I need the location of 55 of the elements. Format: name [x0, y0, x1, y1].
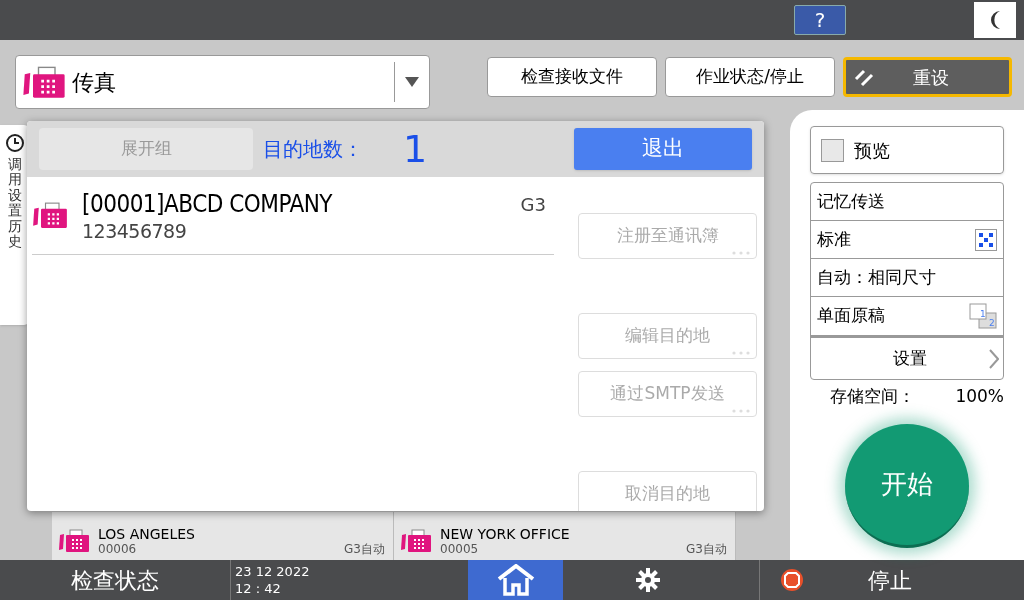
setting-option[interactable]: 单面原稿 1 2 [811, 297, 1003, 335]
destination-card[interactable]: NEW YORK OFFICE 00005 G3自动 [394, 512, 736, 560]
settings-button[interactable]: 设置 [811, 335, 1003, 379]
fax-icon [400, 529, 432, 553]
settings-icon [636, 568, 660, 592]
stop-button[interactable]: 停止 [760, 560, 1024, 600]
function-selector[interactable]: 传真 [15, 55, 430, 109]
setting-option[interactable]: 记忆传送 [811, 183, 1003, 221]
storage-label: 存储空间： [830, 385, 915, 408]
line-type: G3 [520, 193, 546, 217]
setting-option[interactable]: 标准 [811, 221, 1003, 259]
destination-number: 00005 [440, 542, 479, 556]
function-label: 传真 [72, 68, 117, 97]
time-text: 12 : 42 [235, 580, 282, 597]
fax-icon [32, 202, 68, 229]
chevron-right-icon [989, 348, 999, 369]
destination-row[interactable]: [00001]ABCD COMPANY 123456789 G3 [32, 177, 554, 255]
side-tab-label: 调用设置历史 [8, 157, 22, 250]
exit-button[interactable]: 退出 [574, 128, 752, 170]
setting-option[interactable]: 自动：相同尺寸 [811, 259, 1003, 297]
home-icon [496, 564, 535, 596]
clock-icon [5, 133, 25, 153]
destination-card[interactable]: LOS ANGELES 00006 G3自动 [52, 512, 394, 560]
destination-name: NEW YORK OFFICE [440, 526, 571, 542]
expand-group-button: 展开组 [39, 128, 253, 170]
check-status-button[interactable]: 检查状态 [0, 560, 231, 600]
destination-number: 123456789 [82, 218, 188, 243]
help-button[interactable]: ? [794, 5, 846, 35]
dropdown-caret-icon [405, 77, 419, 87]
start-button[interactable]: 开始 [845, 423, 969, 548]
reset-slashes-icon [854, 67, 876, 87]
header-button[interactable]: 检查接收文件 [487, 57, 657, 97]
storage-value: 100% [955, 385, 1004, 408]
night-mode-button[interactable] [974, 2, 1016, 38]
more-dots-icon [732, 409, 750, 413]
destination-name: [00001]ABCD COMPANY [82, 188, 334, 219]
fax-icon [58, 529, 90, 553]
destination-name: LOS ANGELES [98, 526, 196, 542]
destination-count: 1 [403, 130, 429, 168]
line-mode: G3自动 [344, 542, 385, 556]
destination-number: 00006 [98, 542, 137, 556]
more-dots-icon [732, 351, 750, 355]
header-button[interactable]: 作业状态/停止 [665, 57, 835, 97]
more-dots-icon [732, 251, 750, 255]
reset-button[interactable]: 重设 [843, 57, 1012, 97]
home-button[interactable] [468, 560, 563, 600]
stop-icon [780, 568, 804, 592]
preview-checkbox[interactable]: 预览 [810, 126, 1004, 174]
checkbox-square [821, 138, 844, 162]
fax-icon [22, 65, 66, 99]
history-side-tab[interactable]: 调用设置历史 [0, 125, 30, 325]
date-text: 23 12 2022 [235, 563, 311, 580]
destination-count-label: 目的地数： [263, 136, 363, 163]
line-mode: G3自动 [686, 542, 727, 556]
resolution-grid-icon [975, 228, 997, 251]
